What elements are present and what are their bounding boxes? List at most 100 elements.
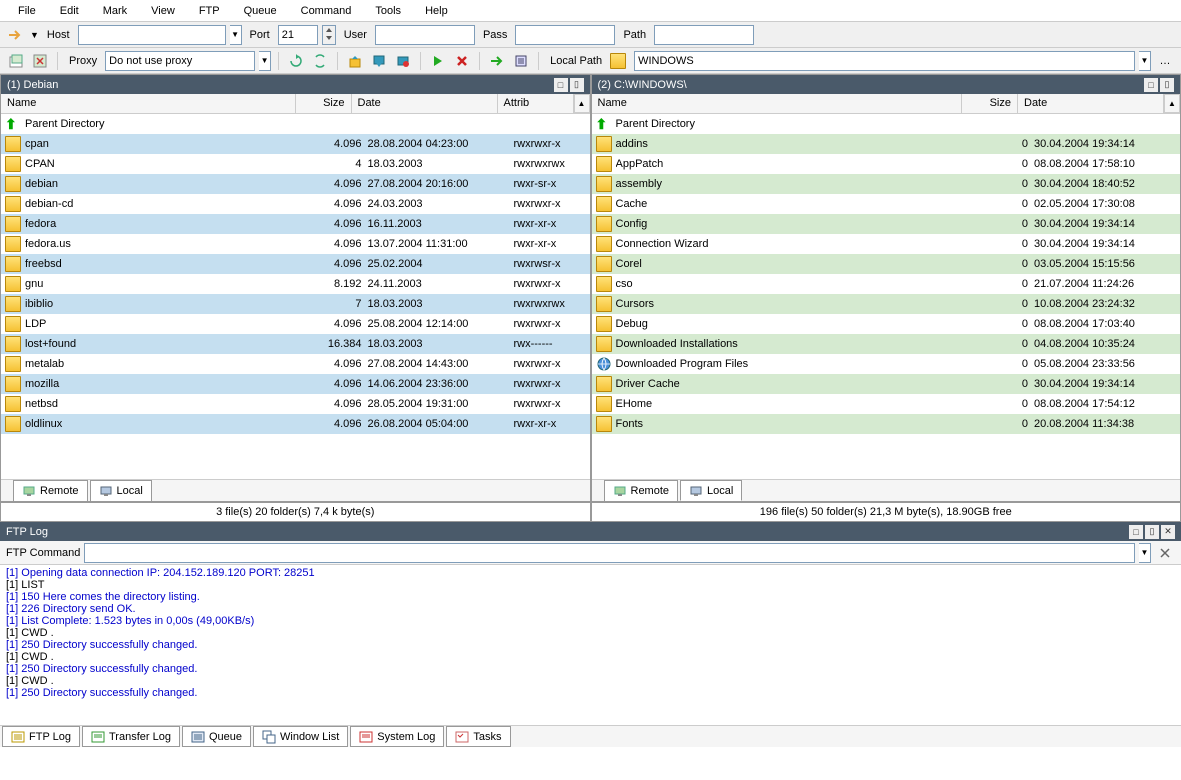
table-row[interactable]: Cache002.05.2004 17:30:08: [592, 194, 1181, 214]
right-parent-row[interactable]: ⬆ Parent Directory: [592, 114, 1181, 134]
menu-ftp[interactable]: FTP: [189, 2, 230, 20]
log-maximize-icon[interactable]: □: [1129, 525, 1143, 539]
upload-icon[interactable]: [345, 51, 365, 71]
menu-edit[interactable]: Edit: [50, 2, 89, 20]
left-tab-remote[interactable]: Remote: [13, 480, 88, 501]
table-row[interactable]: gnu8.19224.11.2003rwxrwxr-x: [1, 274, 590, 294]
list-icon[interactable]: [511, 51, 531, 71]
left-col-size[interactable]: Size: [296, 94, 352, 113]
table-row[interactable]: EHome008.08.2004 17:54:12: [592, 394, 1181, 414]
table-row[interactable]: CPAN418.03.2003rwxrwxrwx: [1, 154, 590, 174]
table-row[interactable]: assembly030.04.2004 18:40:52: [592, 174, 1181, 194]
left-col-attrib[interactable]: Attrib: [498, 94, 574, 113]
refresh-both-icon[interactable]: [310, 51, 330, 71]
table-row[interactable]: oldlinux4.09626.08.2004 05:04:00rwxr-xr-…: [1, 414, 590, 434]
dropdown-arrow-icon[interactable]: ▼: [30, 30, 39, 40]
btab-queue[interactable]: Queue: [182, 726, 251, 747]
log-pin-icon[interactable]: ▯: [1145, 525, 1159, 539]
table-row[interactable]: netbsd4.09628.05.2004 19:31:00rwxrwxr-x: [1, 394, 590, 414]
btab-window[interactable]: Window List: [253, 726, 348, 747]
left-parent-row[interactable]: ⬆ Parent Directory: [1, 114, 590, 134]
local-path-dropdown-icon[interactable]: ▼: [1139, 51, 1151, 71]
table-row[interactable]: freebsd4.09625.02.2004rwxrwsr-x: [1, 254, 590, 274]
right-pin-icon[interactable]: ▯: [1160, 78, 1174, 92]
log-close-icon[interactable]: ✕: [1161, 525, 1175, 539]
play-icon[interactable]: [428, 51, 448, 71]
browse-icon[interactable]: …: [1155, 51, 1175, 71]
host-dropdown-icon[interactable]: ▼: [230, 25, 242, 45]
left-pin-icon[interactable]: ▯: [570, 78, 584, 92]
menu-file[interactable]: File: [8, 2, 46, 20]
btab-tasks[interactable]: Tasks: [446, 726, 510, 747]
user-input[interactable]: [375, 25, 475, 45]
table-row[interactable]: addins030.04.2004 19:34:14: [592, 134, 1181, 154]
left-scroll-up-icon[interactable]: ▲: [574, 94, 590, 113]
menu-command[interactable]: Command: [291, 2, 362, 20]
table-row[interactable]: metalab4.09627.08.2004 14:43:00rwxrwxr-x: [1, 354, 590, 374]
table-row[interactable]: cso021.07.2004 11:24:26: [592, 274, 1181, 294]
close-tab-icon[interactable]: [30, 51, 50, 71]
right-maximize-icon[interactable]: □: [1144, 78, 1158, 92]
btab-system[interactable]: System Log: [350, 726, 444, 747]
table-row[interactable]: Corel003.05.2004 15:15:56: [592, 254, 1181, 274]
table-row[interactable]: Driver Cache030.04.2004 19:34:14: [592, 374, 1181, 394]
stop-icon[interactable]: [452, 51, 472, 71]
ftp-log[interactable]: [1] Opening data connection IP: 204.152.…: [0, 565, 1181, 725]
right-filelist[interactable]: ⬆ Parent Directory addins030.04.2004 19:…: [592, 114, 1181, 479]
btab-transfer[interactable]: Transfer Log: [82, 726, 180, 747]
table-row[interactable]: Connection Wizard030.04.2004 19:34:14: [592, 234, 1181, 254]
log-title: FTP Log: [6, 526, 48, 538]
port-spinner[interactable]: [322, 25, 336, 45]
table-row[interactable]: Config030.04.2004 19:34:14: [592, 214, 1181, 234]
host-input[interactable]: [78, 25, 226, 45]
menu-help[interactable]: Help: [415, 2, 458, 20]
left-tab-local[interactable]: Local: [90, 480, 152, 501]
table-row[interactable]: AppPatch008.08.2004 17:58:10: [592, 154, 1181, 174]
file-date: 30.04.2004 18:40:52: [1034, 178, 1180, 190]
download-icon[interactable]: [369, 51, 389, 71]
abort-icon[interactable]: [393, 51, 413, 71]
right-col-name[interactable]: Name: [592, 94, 963, 113]
menu-mark[interactable]: Mark: [93, 2, 137, 20]
cmd-dropdown-icon[interactable]: ▼: [1139, 543, 1151, 563]
connect-icon[interactable]: [6, 25, 26, 45]
table-row[interactable]: Fonts020.08.2004 11:34:38: [592, 414, 1181, 434]
btab-ftp-log[interactable]: FTP Log: [2, 726, 80, 747]
ftp-command-input[interactable]: [84, 543, 1135, 563]
right-col-size[interactable]: Size: [962, 94, 1018, 113]
cmd-send-icon[interactable]: [1155, 543, 1175, 563]
next-icon[interactable]: [487, 51, 507, 71]
table-row[interactable]: Downloaded Program Files005.08.2004 23:3…: [592, 354, 1181, 374]
port-input[interactable]: [278, 25, 318, 45]
table-row[interactable]: fedora.us4.09613.07.2004 11:31:00rwxr-xr…: [1, 234, 590, 254]
left-col-date[interactable]: Date: [352, 94, 498, 113]
table-row[interactable]: fedora4.09616.11.2003rwxr-xr-x: [1, 214, 590, 234]
table-row[interactable]: debian4.09627.08.2004 20:16:00rwxr-sr-x: [1, 174, 590, 194]
new-tab-icon[interactable]: [6, 51, 26, 71]
table-row[interactable]: mozilla4.09614.06.2004 23:36:00rwxrwxr-x: [1, 374, 590, 394]
proxy-select[interactable]: Do not use proxy: [105, 51, 255, 71]
right-tab-local[interactable]: Local: [680, 480, 742, 501]
table-row[interactable]: debian-cd4.09624.03.2003rwxrwxr-x: [1, 194, 590, 214]
right-tab-remote[interactable]: Remote: [604, 480, 679, 501]
path-input[interactable]: [654, 25, 754, 45]
table-row[interactable]: Cursors010.08.2004 23:24:32: [592, 294, 1181, 314]
menu-view[interactable]: View: [141, 2, 185, 20]
refresh-icon[interactable]: [286, 51, 306, 71]
local-path-input[interactable]: WINDOWS: [634, 51, 1135, 71]
table-row[interactable]: cpan4.09628.08.2004 04:23:00rwxrwxr-x: [1, 134, 590, 154]
left-col-name[interactable]: Name: [1, 94, 296, 113]
table-row[interactable]: lost+found16.38418.03.2003rwx------: [1, 334, 590, 354]
table-row[interactable]: ibiblio718.03.2003rwxrwxrwx: [1, 294, 590, 314]
pass-input[interactable]: [515, 25, 615, 45]
proxy-dropdown-icon[interactable]: ▼: [259, 51, 271, 71]
left-filelist[interactable]: ⬆ Parent Directory cpan4.09628.08.2004 0…: [1, 114, 590, 479]
menu-queue[interactable]: Queue: [234, 2, 287, 20]
menu-tools[interactable]: Tools: [365, 2, 411, 20]
table-row[interactable]: Downloaded Installations004.08.2004 10:3…: [592, 334, 1181, 354]
table-row[interactable]: Debug008.08.2004 17:03:40: [592, 314, 1181, 334]
table-row[interactable]: LDP4.09625.08.2004 12:14:00rwxrwxr-x: [1, 314, 590, 334]
right-col-date[interactable]: Date: [1018, 94, 1164, 113]
right-scroll-up-icon[interactable]: ▲: [1164, 94, 1180, 113]
left-maximize-icon[interactable]: □: [554, 78, 568, 92]
